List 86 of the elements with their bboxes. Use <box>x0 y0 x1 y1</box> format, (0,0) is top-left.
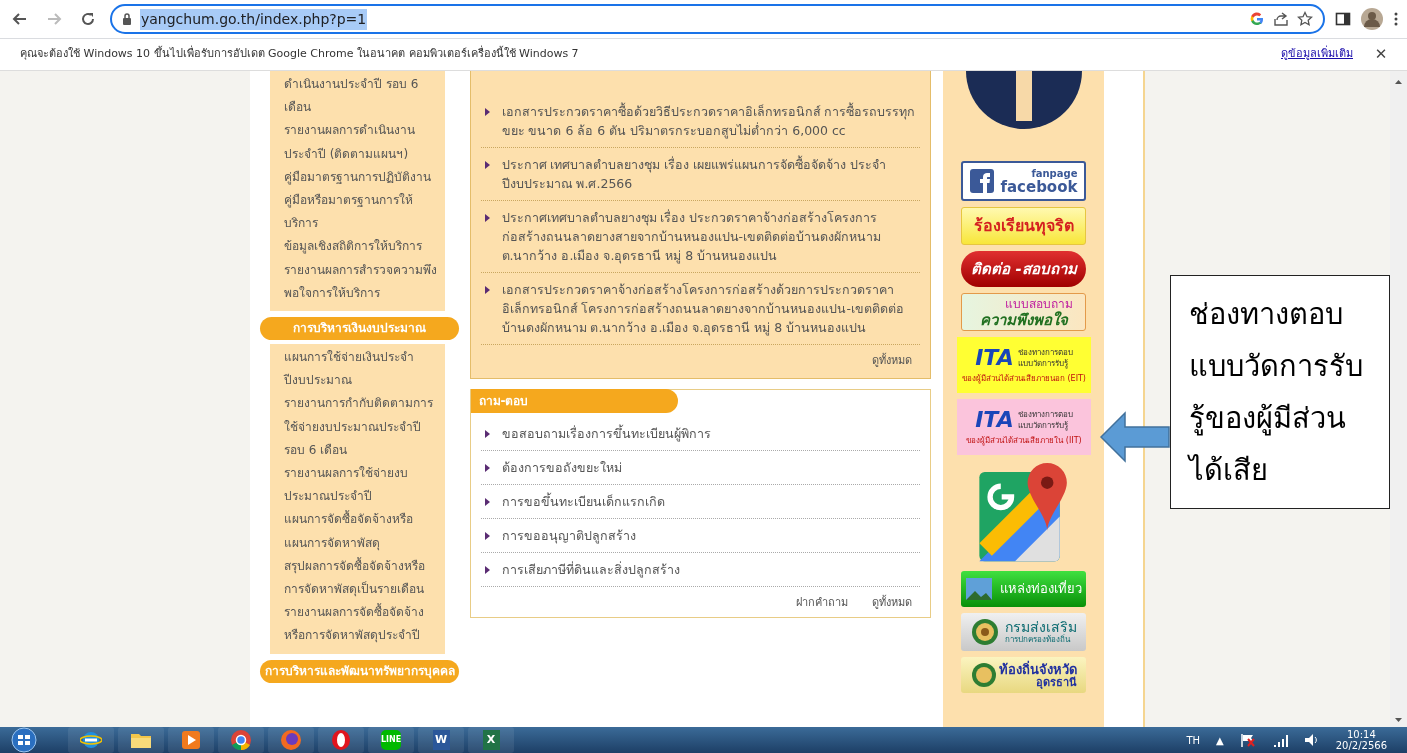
survey-banner[interactable]: แบบสอบถาม ความพึงพอใจ <box>961 293 1087 331</box>
star-icon <box>1297 11 1313 27</box>
taskbar-app-button[interactable]: W <box>418 727 464 753</box>
facebook-fanpage-banner[interactable]: fanpage facebook <box>961 161 1087 201</box>
menu-link[interactable]: รายงานการกำกับติดตามการใช้จ่ายงบประมาณประจำปี รอบ 6 เดือน <box>284 392 443 463</box>
flag-icon[interactable] <box>1239 733 1256 747</box>
question-link[interactable]: การขออนุญาติปลูกสร้าง <box>501 525 921 545</box>
clock-date[interactable]: 20/2/2566 <box>1335 740 1387 751</box>
volume-icon[interactable] <box>1303 733 1320 747</box>
view-all-link[interactable]: ดูทั้งหมด <box>872 594 913 611</box>
bullet-icon <box>484 161 490 169</box>
avatar-icon[interactable] <box>1361 8 1383 30</box>
google-g-icon <box>1249 11 1265 27</box>
question-link[interactable]: ต้องการขอถังขยะใหม่ <box>501 457 921 477</box>
menu-icon[interactable] <box>1393 11 1399 27</box>
bullet-icon <box>484 108 490 116</box>
menu-link[interactable]: รายงานผลการจัดซื้อจัดจ้างหรือการจัดหาพัสดุประจำปี <box>284 601 443 648</box>
bullet-icon <box>484 429 490 438</box>
question-link[interactable]: การขอขึ้นทะเบียนเด็กแรกเกิด <box>501 491 921 511</box>
url-text: yangchum.go.th/index.php?p=1 <box>140 8 368 30</box>
menu-link[interactable]: คู่มือหรือมาตรฐานการให้บริการ <box>284 189 443 236</box>
taskbar-app-button[interactable]: X <box>468 727 514 753</box>
taskbar-app-button[interactable] <box>118 727 164 753</box>
ring-logo-icon <box>230 729 252 751</box>
question-link[interactable]: การเสียภาษีที่ดินและสิ่งปลูกสร้าง <box>501 559 921 579</box>
photo-icon <box>965 578 992 600</box>
show-hidden-icons-button[interactable]: ▲ <box>1216 732 1224 748</box>
spreadsheet-icon <box>480 729 502 751</box>
menu-link[interactable]: ดำเนินงานประจำปี รอบ 6 เดือน <box>284 73 443 120</box>
menu-link[interactable]: รายงานผลการดำเนินงานประจำปี (ติดตามแผนฯ) <box>284 119 443 166</box>
menu-link[interactable]: รายงานผลการสำรวจความพึงพอใจการให้บริการ <box>284 258 443 306</box>
province-banner[interactable]: ท้องถิ่นจังหวัด อุดรธานี <box>961 657 1087 693</box>
language-indicator[interactable]: TH <box>1186 732 1200 748</box>
menu-link[interactable]: สรุปผลการจัดซื้อจัดจ้างหรือการจัดหาพัสดุเป็นรายเดือน <box>284 554 443 602</box>
taskbar-app-button[interactable] <box>168 727 214 753</box>
reload-icon <box>80 11 96 27</box>
department-banner[interactable]: กรมส่งเสริม การปกครองท้องถิ่น <box>961 613 1087 651</box>
share-icon <box>1273 11 1289 27</box>
menu-link[interactable]: แผนการจัดซื้อจัดจ้างหรือแผนการจัดหาพัสดุ <box>284 508 443 555</box>
menu-heading: การบริหารเงินงบประมาณ <box>260 317 459 341</box>
complaint-banner[interactable]: ร้องเรียนทุจริต <box>961 207 1087 245</box>
taskbar-app-button[interactable] <box>68 727 114 753</box>
back-icon <box>12 11 28 27</box>
callout-note: ช่องทางตอบแบบวัดการรับรู้ของผู้มีส่วนได้เสีย <box>1170 275 1390 509</box>
view-all-link[interactable]: ดูทั้งหมด <box>872 353 913 370</box>
info-message: คุณจะต้องใช้ Windows 10 ขึ้นไปเพื่อรับการอัปเดต Google Chrome ในอนาคต คอมพิวเตอร์เครื่องนี้ใช้ Windows 7 <box>20 46 580 63</box>
chat-bubble-icon <box>380 729 402 751</box>
signal-icon[interactable] <box>1271 733 1288 747</box>
facebook-f-icon <box>970 169 995 193</box>
news-link[interactable]: เอกสารประกวดราคาจ้างก่อสร้างโครงการก่อสร้างด้วยการประกวดราคาอิเล็กทรอนิกส์ โครงการก่อสร้างถนนลาดยางจากบ้านหนองแปน-เขตติดต่อบ้านดงผักหนาม ต.นากว้าง อ.เมือง จ.อุดรธานี หมู่ 8 บ้านหนองแปน <box>501 280 921 337</box>
emblem-icon <box>970 618 999 646</box>
news-link[interactable]: ประกาศ เทศบาลตำบลยางชุม เรื่อง เผยแพร่แผนการจัดซื้อจัดจ้าง ประจำปีงบประมาณ พ.ศ.2566 <box>501 155 921 193</box>
menu-link[interactable]: รายงานผลการใช้จ่ายงบประมาณประจำปี <box>284 462 443 509</box>
close-button[interactable]: ✕ <box>1369 42 1393 67</box>
taskbar-app-button[interactable] <box>218 727 264 753</box>
bullet-icon <box>484 497 490 506</box>
bullet-icon <box>484 463 490 472</box>
contact-banner[interactable]: ติดต่อ -สอบถาม <box>961 251 1087 287</box>
address-bar[interactable]: yangchum.go.th/index.php?p=1 <box>110 4 1325 34</box>
bullet-icon <box>484 565 490 574</box>
scrollbar[interactable] <box>1390 71 1407 727</box>
menu-heading: การบริหารและพัฒนาทรัพยากรบุคคล <box>260 659 459 683</box>
emblem-icon <box>970 662 997 688</box>
qa-tab-title: ถาม-ตอบ <box>470 388 678 413</box>
menu-link[interactable]: แผนการใช้จ่ายเงินประจำปีงบประมาณ <box>284 346 443 393</box>
bullet-icon <box>484 214 490 222</box>
o-logo-icon <box>330 729 352 751</box>
side-panel-icon[interactable] <box>1335 11 1351 27</box>
play-icon <box>180 729 202 751</box>
ask-question-link[interactable]: ฝากคำถาม <box>796 594 849 611</box>
menu-link[interactable]: ข้อมูลเชิงสถิติการให้บริการ <box>284 235 443 259</box>
lock-icon <box>122 13 132 25</box>
forward-icon <box>46 11 62 27</box>
clock-time[interactable]: 10:14 <box>1335 729 1387 740</box>
map-pin-icon[interactable] <box>978 463 1069 563</box>
taskbar-app-button[interactable] <box>318 727 364 753</box>
orb-logo-icon <box>280 729 302 751</box>
question-link[interactable]: ขอสอบถามเรื่องการขึ้นทะเบียนผู้พิการ <box>501 423 921 443</box>
learn-more-link[interactable]: ดูข้อมูลเพิ่มเติม <box>1281 46 1353 63</box>
menu-link[interactable]: คู่มือมาตรฐานการปฏิบัติงาน <box>284 165 443 189</box>
bullet-icon <box>484 531 490 540</box>
news-link[interactable]: ประกาศเทศบาลตำบลยางชุม เรื่อง ประกวดราคาจ้างก่อสร้างโครงการก่อสร้างถนนลาดยางสายจากบ้านหนองแปน-เขตติดต่อบ้านดงผักหนาม ต.นากว้าง อ.เมือง จ.อุดรธานี หมู่ 8 บ้านหนองแปน <box>501 208 921 265</box>
news-link[interactable]: เอกสารประกวดราคาซื้อด้วยวิธีประกวดราคาอิเล็กทรอนิกส์ การซื้อรถบรรทุกขยะ ขนาด 6 ล้อ 6 ตัน ปริมาตรกระบอกสูบไม่ต่ำกว่า 6,000 cc <box>501 102 921 140</box>
document-icon <box>430 729 452 751</box>
bullet-icon <box>484 286 490 294</box>
callout-arrow <box>1099 411 1171 463</box>
